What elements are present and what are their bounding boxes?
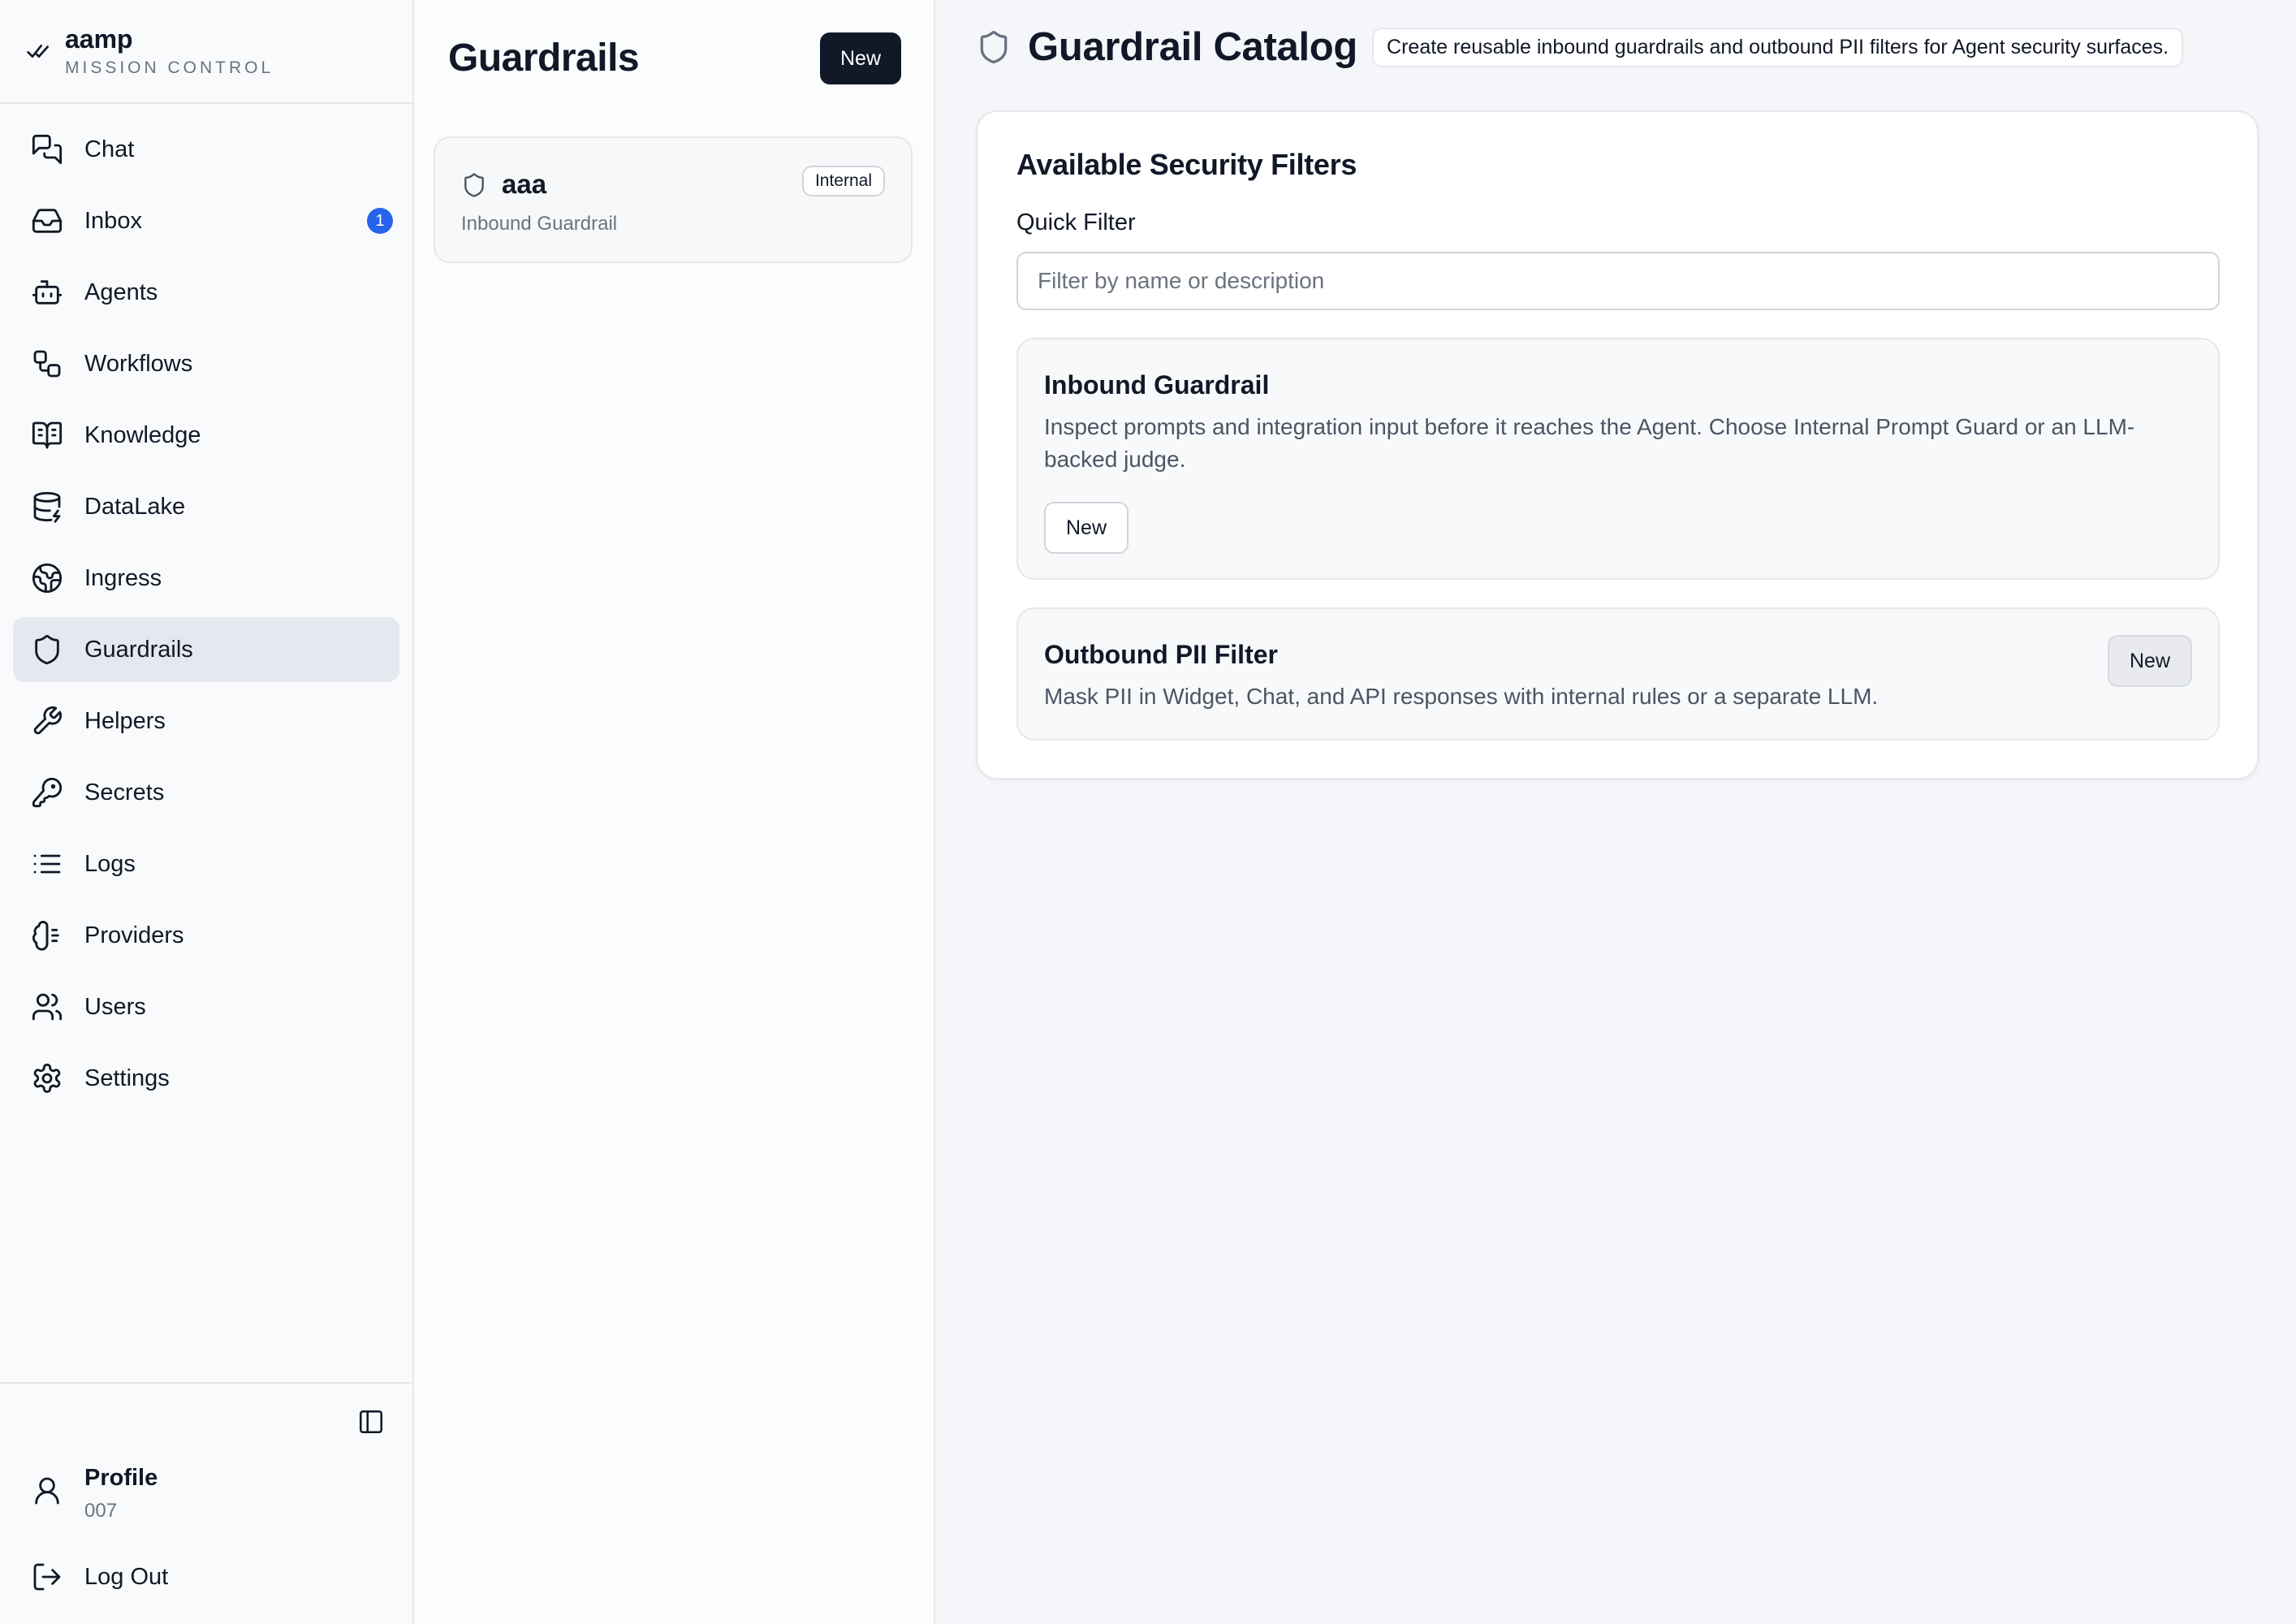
sidebar-item-helpers[interactable]: Helpers [13,689,399,754]
page-title: Guardrail Catalog [1028,25,1358,69]
brain-icon [31,919,63,952]
sidebar-item-label: Secrets [84,779,165,806]
guardrails-list-pane: Guardrails New aaa Internal Inbound Guar… [414,0,935,1624]
sidebar-item-label: Agents [84,279,158,305]
sidebar-nav: Chat Inbox 1 Agents Workflows Knowledge … [0,104,412,1117]
sidebar-item-label: Chat [84,136,135,162]
profile-name: Profile [84,1465,158,1491]
catalog-card-description: Mask PII in Widget, Chat, and API respon… [1044,684,1879,709]
sidebar-item-label: Providers [84,922,184,948]
user-icon [31,1475,63,1507]
inbox-count-badge: 1 [367,208,393,234]
quick-filter-label: Quick Filter [1016,209,1136,235]
sidebar-item-label: Guardrails [84,636,193,663]
sidebar: aamp MISSION CONTROL Chat Inbox 1 Agents… [0,0,414,1624]
new-guardrail-button[interactable]: New [820,32,901,84]
panel-title: Available Security Filters [1016,148,1357,181]
list-item-name: aaa [502,169,547,199]
new-outbound-pii-filter-button[interactable]: New [2108,635,2192,687]
sidebar-item-label: Settings [84,1065,170,1091]
chat-icon [31,133,63,166]
logout-button[interactable]: Log Out [31,1561,168,1593]
sidebar-item-label: DataLake [84,493,186,520]
security-filters-panel: Available Security Filters Quick Filter … [976,110,2259,780]
list-item-type: Inbound Guardrail [461,213,618,235]
brand-name: aamp [65,24,133,54]
sidebar-collapse-icon[interactable] [357,1408,385,1436]
sidebar-item-label: Helpers [84,707,166,734]
sidebar-item-agents[interactable]: Agents [13,260,399,325]
catalog-card-description: Inspect prompts and integration input be… [1044,414,2135,472]
list-item-tag: Internal [801,166,885,197]
sidebar-item-datalake[interactable]: DataLake [13,474,399,539]
workflow-icon [31,348,63,380]
gear-icon [31,1062,63,1095]
robot-icon [31,276,63,309]
database-icon [31,490,63,523]
inbox-icon [31,205,63,237]
sidebar-item-chat[interactable]: Chat [13,117,399,182]
globe-icon [31,562,63,594]
sidebar-item-workflows[interactable]: Workflows [13,331,399,396]
sidebar-item-secrets[interactable]: Secrets [13,760,399,825]
page-header: Guardrail Catalog Create reusable inboun… [976,24,2184,70]
brand[interactable]: aamp MISSION CONTROL [0,0,412,104]
main-content: Guardrail Catalog Create reusable inboun… [935,0,2296,1624]
sidebar-item-label: Ingress [84,564,162,591]
sidebar-item-label: Logs [84,850,136,877]
profile-id: 007 [84,1500,118,1522]
list-item[interactable]: aaa Internal Inbound Guardrail [434,136,913,263]
shield-icon [31,633,63,666]
wrench-icon [31,705,63,737]
shield-icon [976,29,1012,65]
profile[interactable]: Profile 007 [31,1465,158,1522]
sidebar-item-ingress[interactable]: Ingress [13,546,399,611]
brand-subtitle: MISSION CONTROL [65,58,274,77]
catalog-card-outbound-pii-filter: Outbound PII Filter Mask PII in Widget, … [1016,607,2220,741]
new-inbound-guardrail-button[interactable]: New [1044,502,1129,554]
catalog-card-title: Outbound PII Filter [1044,640,1278,669]
users-icon [31,991,63,1023]
book-icon [31,419,63,451]
shield-icon [461,172,487,198]
sidebar-item-inbox[interactable]: Inbox 1 [13,188,399,253]
sidebar-item-label: Inbox [84,207,142,234]
quick-filter-input[interactable] [1016,252,2220,310]
sidebar-item-label: Users [84,993,146,1020]
sidebar-item-users[interactable]: Users [13,974,399,1039]
sidebar-item-logs[interactable]: Logs [13,831,399,896]
sidebar-item-providers[interactable]: Providers [13,903,399,968]
sidebar-item-label: Knowledge [84,421,201,448]
list-title: Guardrails [448,37,640,80]
sidebar-footer: Profile 007 Log Out [0,1382,412,1624]
page-description: Create reusable inbound guardrails and o… [1372,27,2184,67]
sidebar-item-guardrails[interactable]: Guardrails [13,617,399,682]
sidebar-item-knowledge[interactable]: Knowledge [13,403,399,468]
sidebar-item-label: Workflows [84,350,193,377]
sidebar-item-settings[interactable]: Settings [13,1046,399,1111]
list-icon [31,848,63,880]
logout-label: Log Out [84,1563,169,1590]
check-logo-icon [26,38,52,64]
logout-icon [31,1561,63,1593]
key-icon [31,776,63,809]
catalog-card-title: Inbound Guardrail [1044,370,1270,400]
catalog-card-inbound-guardrail: Inbound Guardrail Inspect prompts and in… [1016,338,2220,580]
